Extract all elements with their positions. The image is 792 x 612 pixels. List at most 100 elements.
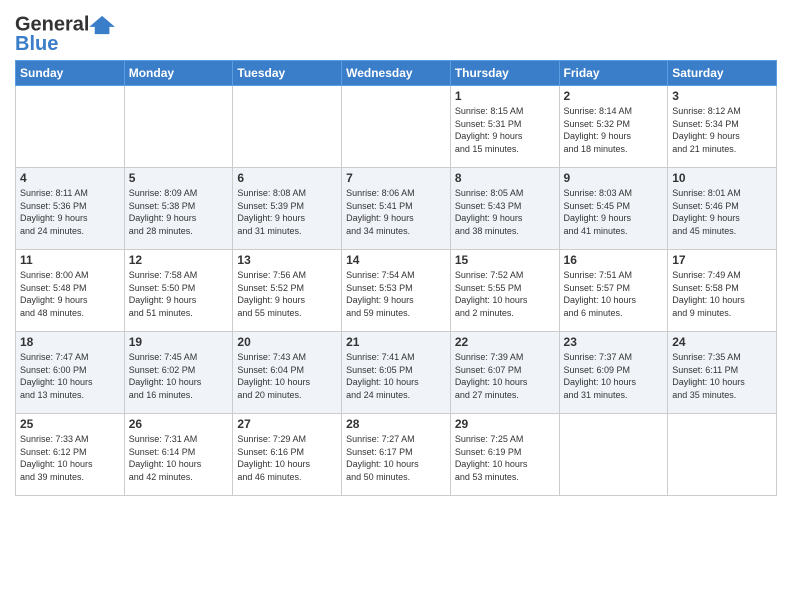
day-number: 24 <box>672 335 772 349</box>
calendar-cell: 20 Sunrise: 7:43 AM Sunset: 6:04 PM Dayli… <box>233 332 342 414</box>
calendar-cell: 27 Sunrise: 7:29 AM Sunset: 6:16 PM Dayli… <box>233 414 342 496</box>
day-header-monday: Monday <box>124 61 233 86</box>
day-number: 21 <box>346 335 446 349</box>
day-info: Sunrise: 7:27 AM Sunset: 6:17 PM Dayligh… <box>346 433 446 483</box>
logo: General Blue <box>15 14 117 54</box>
day-header-saturday: Saturday <box>668 61 777 86</box>
day-number: 1 <box>455 89 555 103</box>
day-info: Sunrise: 8:03 AM Sunset: 5:45 PM Dayligh… <box>564 187 664 237</box>
day-info: Sunrise: 7:45 AM Sunset: 6:02 PM Dayligh… <box>129 351 229 401</box>
day-info: Sunrise: 8:14 AM Sunset: 5:32 PM Dayligh… <box>564 105 664 155</box>
day-info: Sunrise: 7:25 AM Sunset: 6:19 PM Dayligh… <box>455 433 555 483</box>
day-info: Sunrise: 7:35 AM Sunset: 6:11 PM Dayligh… <box>672 351 772 401</box>
day-info: Sunrise: 8:15 AM Sunset: 5:31 PM Dayligh… <box>455 105 555 155</box>
calendar-cell <box>342 86 451 168</box>
day-header-wednesday: Wednesday <box>342 61 451 86</box>
day-info: Sunrise: 7:31 AM Sunset: 6:14 PM Dayligh… <box>129 433 229 483</box>
day-number: 26 <box>129 417 229 431</box>
logo-blue: Blue <box>15 34 117 54</box>
week-row-4: 18 Sunrise: 7:47 AM Sunset: 6:00 PM Dayli… <box>16 332 777 414</box>
calendar-cell: 25 Sunrise: 7:33 AM Sunset: 6:12 PM Dayli… <box>16 414 125 496</box>
week-row-5: 25 Sunrise: 7:33 AM Sunset: 6:12 PM Dayli… <box>16 414 777 496</box>
day-info: Sunrise: 7:51 AM Sunset: 5:57 PM Dayligh… <box>564 269 664 319</box>
day-info: Sunrise: 8:06 AM Sunset: 5:41 PM Dayligh… <box>346 187 446 237</box>
calendar-cell: 6Sunrise: 8:08 AM Sunset: 5:39 PM Daylig… <box>233 168 342 250</box>
day-info: Sunrise: 7:37 AM Sunset: 6:09 PM Dayligh… <box>564 351 664 401</box>
calendar-cell: 3Sunrise: 8:12 AM Sunset: 5:34 PM Daylig… <box>668 86 777 168</box>
calendar-table: SundayMondayTuesdayWednesdayThursdayFrid… <box>15 60 777 496</box>
day-header-sunday: Sunday <box>16 61 125 86</box>
calendar-cell: 13Sunrise: 7:56 AM Sunset: 5:52 PM Dayli… <box>233 250 342 332</box>
day-info: Sunrise: 7:47 AM Sunset: 6:00 PM Dayligh… <box>20 351 120 401</box>
day-number: 12 <box>129 253 229 267</box>
day-number: 8 <box>455 171 555 185</box>
calendar-cell: 18 Sunrise: 7:47 AM Sunset: 6:00 PM Dayli… <box>16 332 125 414</box>
header: General Blue <box>15 10 777 54</box>
day-info: Sunrise: 7:41 AM Sunset: 6:05 PM Dayligh… <box>346 351 446 401</box>
calendar-cell: 26 Sunrise: 7:31 AM Sunset: 6:14 PM Dayli… <box>124 414 233 496</box>
calendar-cell: 7Sunrise: 8:06 AM Sunset: 5:41 PM Daylig… <box>342 168 451 250</box>
calendar-cell <box>559 414 668 496</box>
calendar-cell: 10 Sunrise: 8:01 AM Sunset: 5:46 PM Dayli… <box>668 168 777 250</box>
day-info: Sunrise: 8:08 AM Sunset: 5:39 PM Dayligh… <box>237 187 337 237</box>
day-info: Sunrise: 8:05 AM Sunset: 5:43 PM Dayligh… <box>455 187 555 237</box>
calendar-cell: 24 Sunrise: 7:35 AM Sunset: 6:11 PM Dayli… <box>668 332 777 414</box>
page-container: General Blue SundayMondayTuesdayWednesda… <box>0 0 792 506</box>
week-row-2: 4Sunrise: 8:11 AM Sunset: 5:36 PM Daylig… <box>16 168 777 250</box>
day-number: 27 <box>237 417 337 431</box>
calendar-cell: 4Sunrise: 8:11 AM Sunset: 5:36 PM Daylig… <box>16 168 125 250</box>
day-info: Sunrise: 8:01 AM Sunset: 5:46 PM Dayligh… <box>672 187 772 237</box>
day-header-friday: Friday <box>559 61 668 86</box>
calendar-cell: 22Sunrise: 7:39 AM Sunset: 6:07 PM Dayli… <box>450 332 559 414</box>
day-info: Sunrise: 8:00 AM Sunset: 5:48 PM Dayligh… <box>20 269 120 319</box>
calendar-cell <box>124 86 233 168</box>
calendar-cell: 23 Sunrise: 7:37 AM Sunset: 6:09 PM Dayli… <box>559 332 668 414</box>
calendar-cell: 2Sunrise: 8:14 AM Sunset: 5:32 PM Daylig… <box>559 86 668 168</box>
day-info: Sunrise: 7:58 AM Sunset: 5:50 PM Dayligh… <box>129 269 229 319</box>
calendar-cell: 21 Sunrise: 7:41 AM Sunset: 6:05 PM Dayli… <box>342 332 451 414</box>
calendar-cell: 9 Sunrise: 8:03 AM Sunset: 5:45 PM Daylig… <box>559 168 668 250</box>
calendar-cell <box>668 414 777 496</box>
calendar-cell: 17 Sunrise: 7:49 AM Sunset: 5:58 PM Dayli… <box>668 250 777 332</box>
day-number: 14 <box>346 253 446 267</box>
day-info: Sunrise: 7:52 AM Sunset: 5:55 PM Dayligh… <box>455 269 555 319</box>
day-number: 20 <box>237 335 337 349</box>
day-number: 17 <box>672 253 772 267</box>
calendar-cell <box>16 86 125 168</box>
week-row-3: 11 Sunrise: 8:00 AM Sunset: 5:48 PM Dayli… <box>16 250 777 332</box>
calendar-cell: 16 Sunrise: 7:51 AM Sunset: 5:57 PM Dayli… <box>559 250 668 332</box>
calendar-cell: 5 Sunrise: 8:09 AM Sunset: 5:38 PM Daylig… <box>124 168 233 250</box>
day-number: 9 <box>564 171 664 185</box>
week-row-1: 1 Sunrise: 8:15 AM Sunset: 5:31 PM Daylig… <box>16 86 777 168</box>
day-number: 25 <box>20 417 120 431</box>
day-info: Sunrise: 7:33 AM Sunset: 6:12 PM Dayligh… <box>20 433 120 483</box>
calendar-cell: 19 Sunrise: 7:45 AM Sunset: 6:02 PM Dayli… <box>124 332 233 414</box>
calendar-cell <box>233 86 342 168</box>
calendar-cell: 29Sunrise: 7:25 AM Sunset: 6:19 PM Dayli… <box>450 414 559 496</box>
day-number: 23 <box>564 335 664 349</box>
day-header-thursday: Thursday <box>450 61 559 86</box>
day-number: 18 <box>20 335 120 349</box>
calendar-cell: 8 Sunrise: 8:05 AM Sunset: 5:43 PM Daylig… <box>450 168 559 250</box>
day-number: 22 <box>455 335 555 349</box>
day-number: 15 <box>455 253 555 267</box>
day-info: Sunrise: 7:56 AM Sunset: 5:52 PM Dayligh… <box>237 269 337 319</box>
calendar-cell: 15 Sunrise: 7:52 AM Sunset: 5:55 PM Dayli… <box>450 250 559 332</box>
day-number: 10 <box>672 171 772 185</box>
day-info: Sunrise: 7:29 AM Sunset: 6:16 PM Dayligh… <box>237 433 337 483</box>
day-info: Sunrise: 7:54 AM Sunset: 5:53 PM Dayligh… <box>346 269 446 319</box>
day-number: 5 <box>129 171 229 185</box>
day-number: 19 <box>129 335 229 349</box>
header-row: SundayMondayTuesdayWednesdayThursdayFrid… <box>16 61 777 86</box>
day-info: Sunrise: 7:49 AM Sunset: 5:58 PM Dayligh… <box>672 269 772 319</box>
calendar-cell: 11 Sunrise: 8:00 AM Sunset: 5:48 PM Dayli… <box>16 250 125 332</box>
day-number: 16 <box>564 253 664 267</box>
day-info: Sunrise: 7:43 AM Sunset: 6:04 PM Dayligh… <box>237 351 337 401</box>
day-info: Sunrise: 8:11 AM Sunset: 5:36 PM Dayligh… <box>20 187 120 237</box>
day-header-tuesday: Tuesday <box>233 61 342 86</box>
day-number: 11 <box>20 253 120 267</box>
day-number: 28 <box>346 417 446 431</box>
calendar-cell: 1 Sunrise: 8:15 AM Sunset: 5:31 PM Daylig… <box>450 86 559 168</box>
calendar-cell: 12 Sunrise: 7:58 AM Sunset: 5:50 PM Dayli… <box>124 250 233 332</box>
day-info: Sunrise: 8:09 AM Sunset: 5:38 PM Dayligh… <box>129 187 229 237</box>
